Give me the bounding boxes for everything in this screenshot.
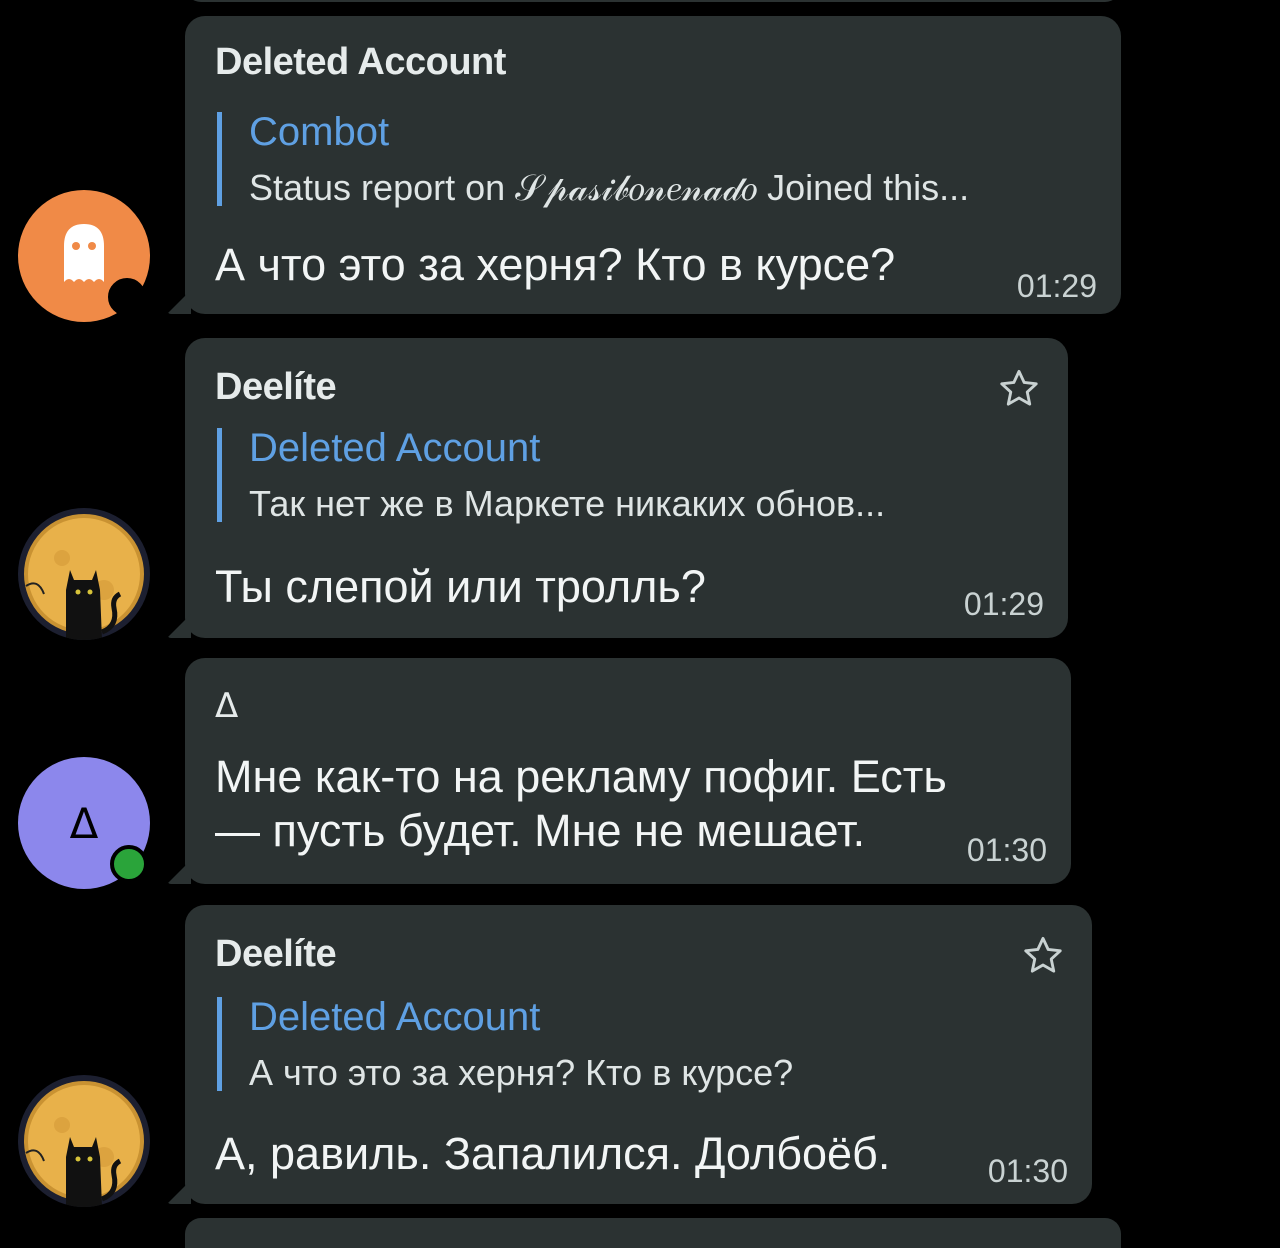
sender-name[interactable]: Deelíte bbox=[215, 366, 337, 409]
message-bubble[interactable]: Deleted Account Combot Status report on … bbox=[185, 16, 1121, 314]
online-status-dot bbox=[110, 845, 148, 883]
reply-text: Так нет же в Маркете никаких обнов... bbox=[249, 483, 886, 524]
message-time: 01:29 bbox=[963, 586, 1044, 622]
previous-message-bubble bbox=[185, 0, 1121, 2]
status-dot bbox=[108, 278, 146, 316]
message-text: Мне как-то на рекламу пофиг. Есть — пуст… bbox=[215, 750, 947, 858]
message-bubble[interactable]: Deelíte Deleted Account Так нет же в Мар… bbox=[185, 338, 1068, 638]
reply-quote[interactable]: Combot Status report on 𝒮𝓅𝒶𝓈𝒾𝒷𝑜𝓃𝑒𝓃𝒶𝒹𝑜 Jo… bbox=[217, 112, 969, 206]
avatar-deelite[interactable] bbox=[18, 1075, 150, 1207]
message-text: А что это за херня? Кто в курсе? bbox=[215, 239, 896, 290]
reply-sender: Combot bbox=[249, 110, 390, 154]
star-icon[interactable] bbox=[996, 366, 1042, 412]
reply-sender: Deleted Account bbox=[249, 426, 541, 470]
sender-name[interactable]: Deelíte bbox=[215, 933, 337, 976]
message-time: 01:29 bbox=[1016, 268, 1097, 304]
reply-quote[interactable]: Deleted Account А что это за херня? Кто … bbox=[217, 997, 793, 1091]
reply-text: Status report on 𝒮𝓅𝒶𝓈𝒾𝒷𝑜𝓃𝑒𝓃𝒶𝒹𝑜 Joined th… bbox=[249, 167, 970, 208]
message-time: 01:30 bbox=[966, 832, 1047, 868]
reply-sender: Deleted Account bbox=[249, 995, 541, 1039]
next-message-bubble bbox=[185, 1218, 1121, 1248]
message-text: А, равиль. Запалился. Долбоёб. bbox=[215, 1128, 891, 1179]
message-bubble[interactable]: Δ Мне как-то на рекламу пофиг. Есть — пу… bbox=[185, 658, 1071, 884]
star-icon[interactable] bbox=[1020, 933, 1066, 979]
message-text: Ты слепой или тролль? bbox=[215, 561, 706, 612]
cat-moon-avatar-icon bbox=[24, 1081, 144, 1207]
cat-moon-avatar-icon bbox=[24, 514, 144, 640]
sender-name[interactable]: Deleted Account bbox=[215, 41, 506, 84]
message-text-line: — пусть будет. Мне не мешает. bbox=[215, 805, 866, 856]
avatar-deleted-account[interactable] bbox=[18, 190, 150, 322]
avatar-deelite[interactable] bbox=[18, 508, 150, 640]
sender-name[interactable]: Δ bbox=[215, 686, 238, 726]
message-text-line: Мне как-то на рекламу пофиг. Есть bbox=[215, 751, 947, 802]
message-bubble[interactable]: Deelíte Deleted Account А что это за хер… bbox=[185, 905, 1092, 1204]
reply-quote[interactable]: Deleted Account Так нет же в Маркете ник… bbox=[217, 428, 885, 522]
avatar-letter: Δ bbox=[69, 798, 99, 848]
reply-text: А что это за херня? Кто в курсе? bbox=[249, 1052, 794, 1093]
message-time: 01:30 bbox=[987, 1153, 1068, 1189]
avatar-delta[interactable]: Δ bbox=[18, 757, 150, 889]
